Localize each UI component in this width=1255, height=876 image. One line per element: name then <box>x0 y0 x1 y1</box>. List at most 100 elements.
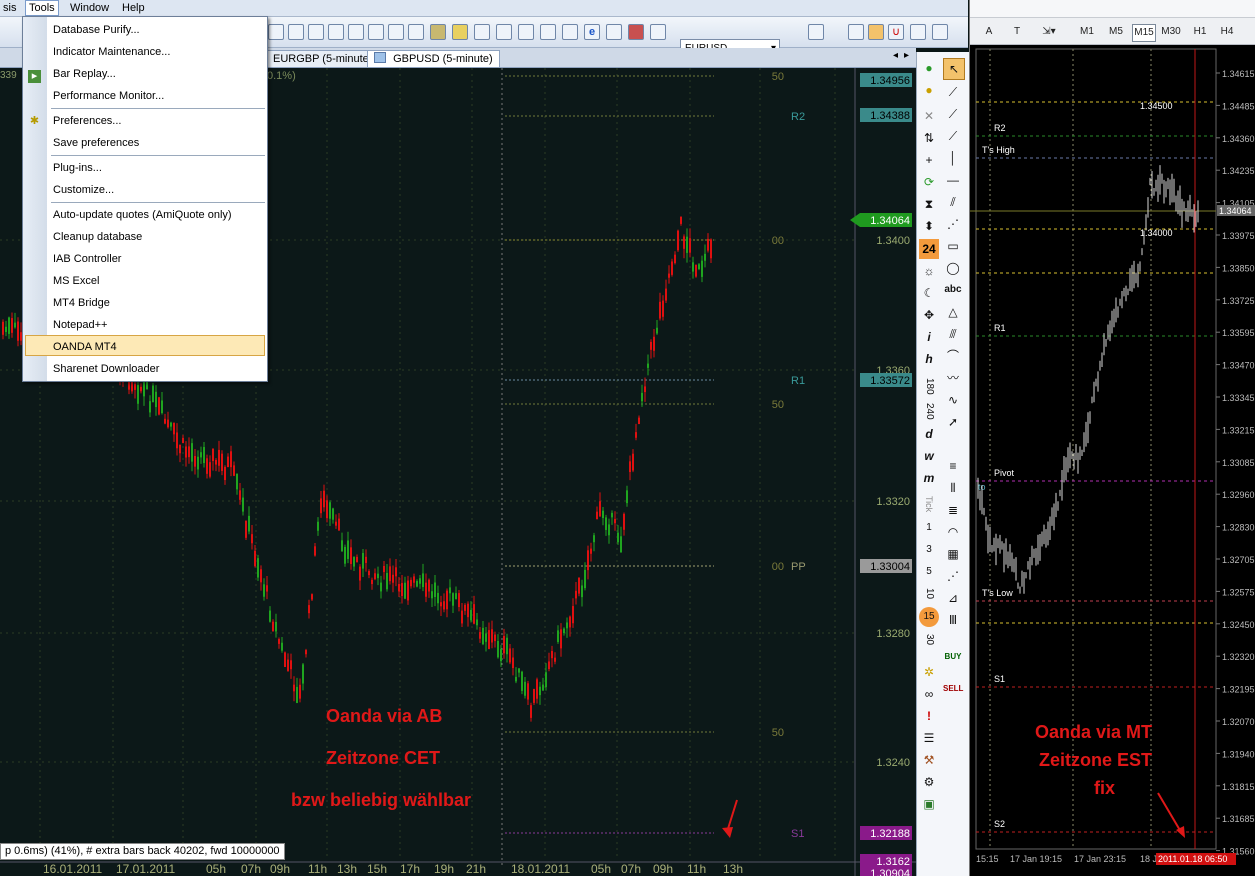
extended-line-icon[interactable]: ⟋ <box>943 126 963 146</box>
interval-240-button[interactable]: 240 <box>919 399 939 423</box>
interval-3-button[interactable]: 3 <box>919 540 939 560</box>
fibonacci-timezones-icon[interactable]: ⦀ <box>943 478 963 498</box>
toolbar-layout-icon[interactable] <box>496 24 512 40</box>
parallel-lines-icon[interactable]: ⫽ <box>943 192 963 212</box>
link-icon[interactable]: ● <box>919 80 939 100</box>
tf-m5[interactable]: M5 <box>1105 24 1127 40</box>
notes-icon[interactable]: ☰ <box>919 728 939 748</box>
toolbar-coins-icon[interactable] <box>452 24 468 40</box>
hourly-icon[interactable]: h <box>919 349 939 369</box>
ellipse-icon[interactable]: ◯ <box>943 258 963 278</box>
toolbar-doc-icon[interactable] <box>388 24 404 40</box>
menu-item-bar-replay[interactable]: Bar Replay... <box>53 65 116 83</box>
cycles-icon[interactable]: Ⅲ <box>943 610 963 630</box>
arc-icon[interactable]: ⌒ <box>943 346 963 366</box>
toolbar-line-icon[interactable] <box>848 24 864 40</box>
menu-analysis[interactable]: sis <box>0 1 19 15</box>
menu-item-performance-monitor[interactable]: Performance Monitor... <box>53 87 164 105</box>
menu-item-oanda-mt4[interactable]: OANDA MT4 <box>53 338 117 356</box>
menu-item-auto-update-quotes[interactable]: Auto-update quotes (AmiQuote only) <box>53 206 232 224</box>
toolbar-data-icon[interactable] <box>430 24 446 40</box>
tf-h1[interactable]: H1 <box>1189 24 1211 40</box>
menu-item-cleanup-database[interactable]: Cleanup database <box>53 228 142 246</box>
hourglass-icon[interactable]: ⧗ <box>919 194 939 214</box>
menu-item-iab-controller[interactable]: IAB Controller <box>53 250 121 268</box>
interval-1-button[interactable]: 1 <box>919 518 939 538</box>
menu-item-notepad[interactable]: Notepad++ <box>53 316 107 334</box>
toolbar-grid-icon[interactable] <box>540 24 556 40</box>
interval-tick-button[interactable]: Tick <box>919 492 939 516</box>
interval-daily-button[interactable]: d <box>919 424 939 444</box>
menu-window[interactable]: Window <box>67 1 112 15</box>
select-cursor-icon[interactable]: ↖ <box>943 58 965 80</box>
toolbar-chart-icon[interactable] <box>348 24 364 40</box>
wave-icon[interactable]: ∿ <box>943 390 963 410</box>
buy-button[interactable]: BUY <box>943 650 963 664</box>
toolbar-save-icon[interactable] <box>288 24 304 40</box>
ray-icon[interactable]: ⟋ <box>943 104 963 124</box>
interval-weekly-button[interactable]: w <box>919 446 939 466</box>
reload-icon[interactable]: ⟳ <box>919 172 939 192</box>
toolbar-report-icon[interactable] <box>408 24 424 40</box>
toolbar-ruler-icon[interactable] <box>910 24 926 40</box>
interval-5-button[interactable]: 5 <box>919 562 939 582</box>
menu-item-preferences[interactable]: Preferences... <box>53 112 121 130</box>
vertical-line-icon[interactable]: │ <box>943 148 963 168</box>
tf-m15[interactable]: M15 <box>1132 24 1156 42</box>
label-tool-button[interactable]: T <box>1006 24 1028 40</box>
alert-icon[interactable]: ! <box>919 706 939 726</box>
toolbar-network-icon[interactable] <box>606 24 622 40</box>
toolbar-open-icon[interactable] <box>268 24 284 40</box>
crosshair-icon[interactable]: + <box>919 150 939 170</box>
tab-gbpusd[interactable]: GBPUSD (5-minute) <box>367 50 500 67</box>
toolbar-book-icon[interactable] <box>628 24 644 40</box>
toolbar-print-icon[interactable] <box>308 24 324 40</box>
toolbar-browser-icon[interactable]: e <box>584 24 600 40</box>
menu-item-plugins[interactable]: Plug-ins... <box>53 159 102 177</box>
arrow-icon[interactable]: ➚ <box>943 412 963 432</box>
toolbar-copy-icon[interactable] <box>328 24 344 40</box>
interval-24-button[interactable]: 24 <box>919 239 939 259</box>
menu-item-sharenet-downloader[interactable]: Sharenet Downloader <box>53 360 159 378</box>
gann-square-icon[interactable]: ⊿ <box>943 588 963 608</box>
toolbar-pencil-icon[interactable] <box>808 24 824 40</box>
trendline-icon[interactable]: ⟋ <box>943 82 963 102</box>
sell-button[interactable]: SELL <box>943 682 963 696</box>
toolbar-page-icon[interactable] <box>368 24 384 40</box>
moon-icon[interactable]: ☾ <box>919 283 939 303</box>
tab-scroll-right-icon[interactable]: ▸ <box>904 50 909 61</box>
tab-scroll-left-icon[interactable]: ◂ <box>893 50 898 61</box>
toolbar-tile-icon[interactable] <box>518 24 534 40</box>
toolbar-windows-icon[interactable] <box>474 24 490 40</box>
interval-15-button[interactable]: 15 <box>919 607 939 627</box>
menu-item-save-preferences[interactable]: Save preferences <box>53 134 139 152</box>
fibonacci-ext-icon[interactable]: ≣ <box>943 500 963 520</box>
toolbar-palette-icon[interactable] <box>650 24 666 40</box>
sync-icon[interactable]: ⇅ <box>919 128 939 148</box>
grid-icon[interactable]: ▦ <box>943 544 963 564</box>
fibonacci-arc-icon[interactable]: ◠ <box>943 522 963 542</box>
close-icon[interactable]: ✕ <box>919 106 939 126</box>
text-icon[interactable]: abc <box>943 280 963 300</box>
text-tool-button[interactable]: A <box>978 24 1000 40</box>
tab-eurgbp[interactable]: EURGBP (5-minute) <box>266 50 380 67</box>
channel-icon[interactable]: ⫻ <box>943 324 963 344</box>
fan-icon[interactable]: ⋰ <box>943 214 963 234</box>
interval-10-button[interactable]: 10 <box>919 584 939 604</box>
toolbar-binoculars-icon[interactable] <box>562 24 578 40</box>
tools-icon[interactable]: ⚙ <box>919 772 939 792</box>
menu-item-customize[interactable]: Customize... <box>53 181 114 199</box>
tf-h4[interactable]: H4 <box>1216 24 1238 40</box>
menu-item-ms-excel[interactable]: MS Excel <box>53 272 99 290</box>
pan-icon[interactable]: ✥ <box>919 305 939 325</box>
mt-chart[interactable]: 1.34615 1.34485 1.34360 1.34235 1.34105 1.339… <box>970 45 1255 876</box>
arrow-dropdown-icon[interactable]: ⇲▾ <box>1034 24 1064 40</box>
interval-monthly-button[interactable]: m <box>919 468 939 488</box>
refresh-icon[interactable]: ● <box>919 58 939 78</box>
toolbar-eyedrop-icon[interactable] <box>932 24 948 40</box>
tf-m30[interactable]: M30 <box>1160 24 1182 40</box>
interval-30-button[interactable]: 30 <box>919 630 939 650</box>
rectangle-icon[interactable]: ▭ <box>943 236 963 256</box>
hammer-icon[interactable]: ⚒ <box>919 750 939 770</box>
fibonacci-retracement-icon[interactable]: ≡ <box>943 456 963 476</box>
